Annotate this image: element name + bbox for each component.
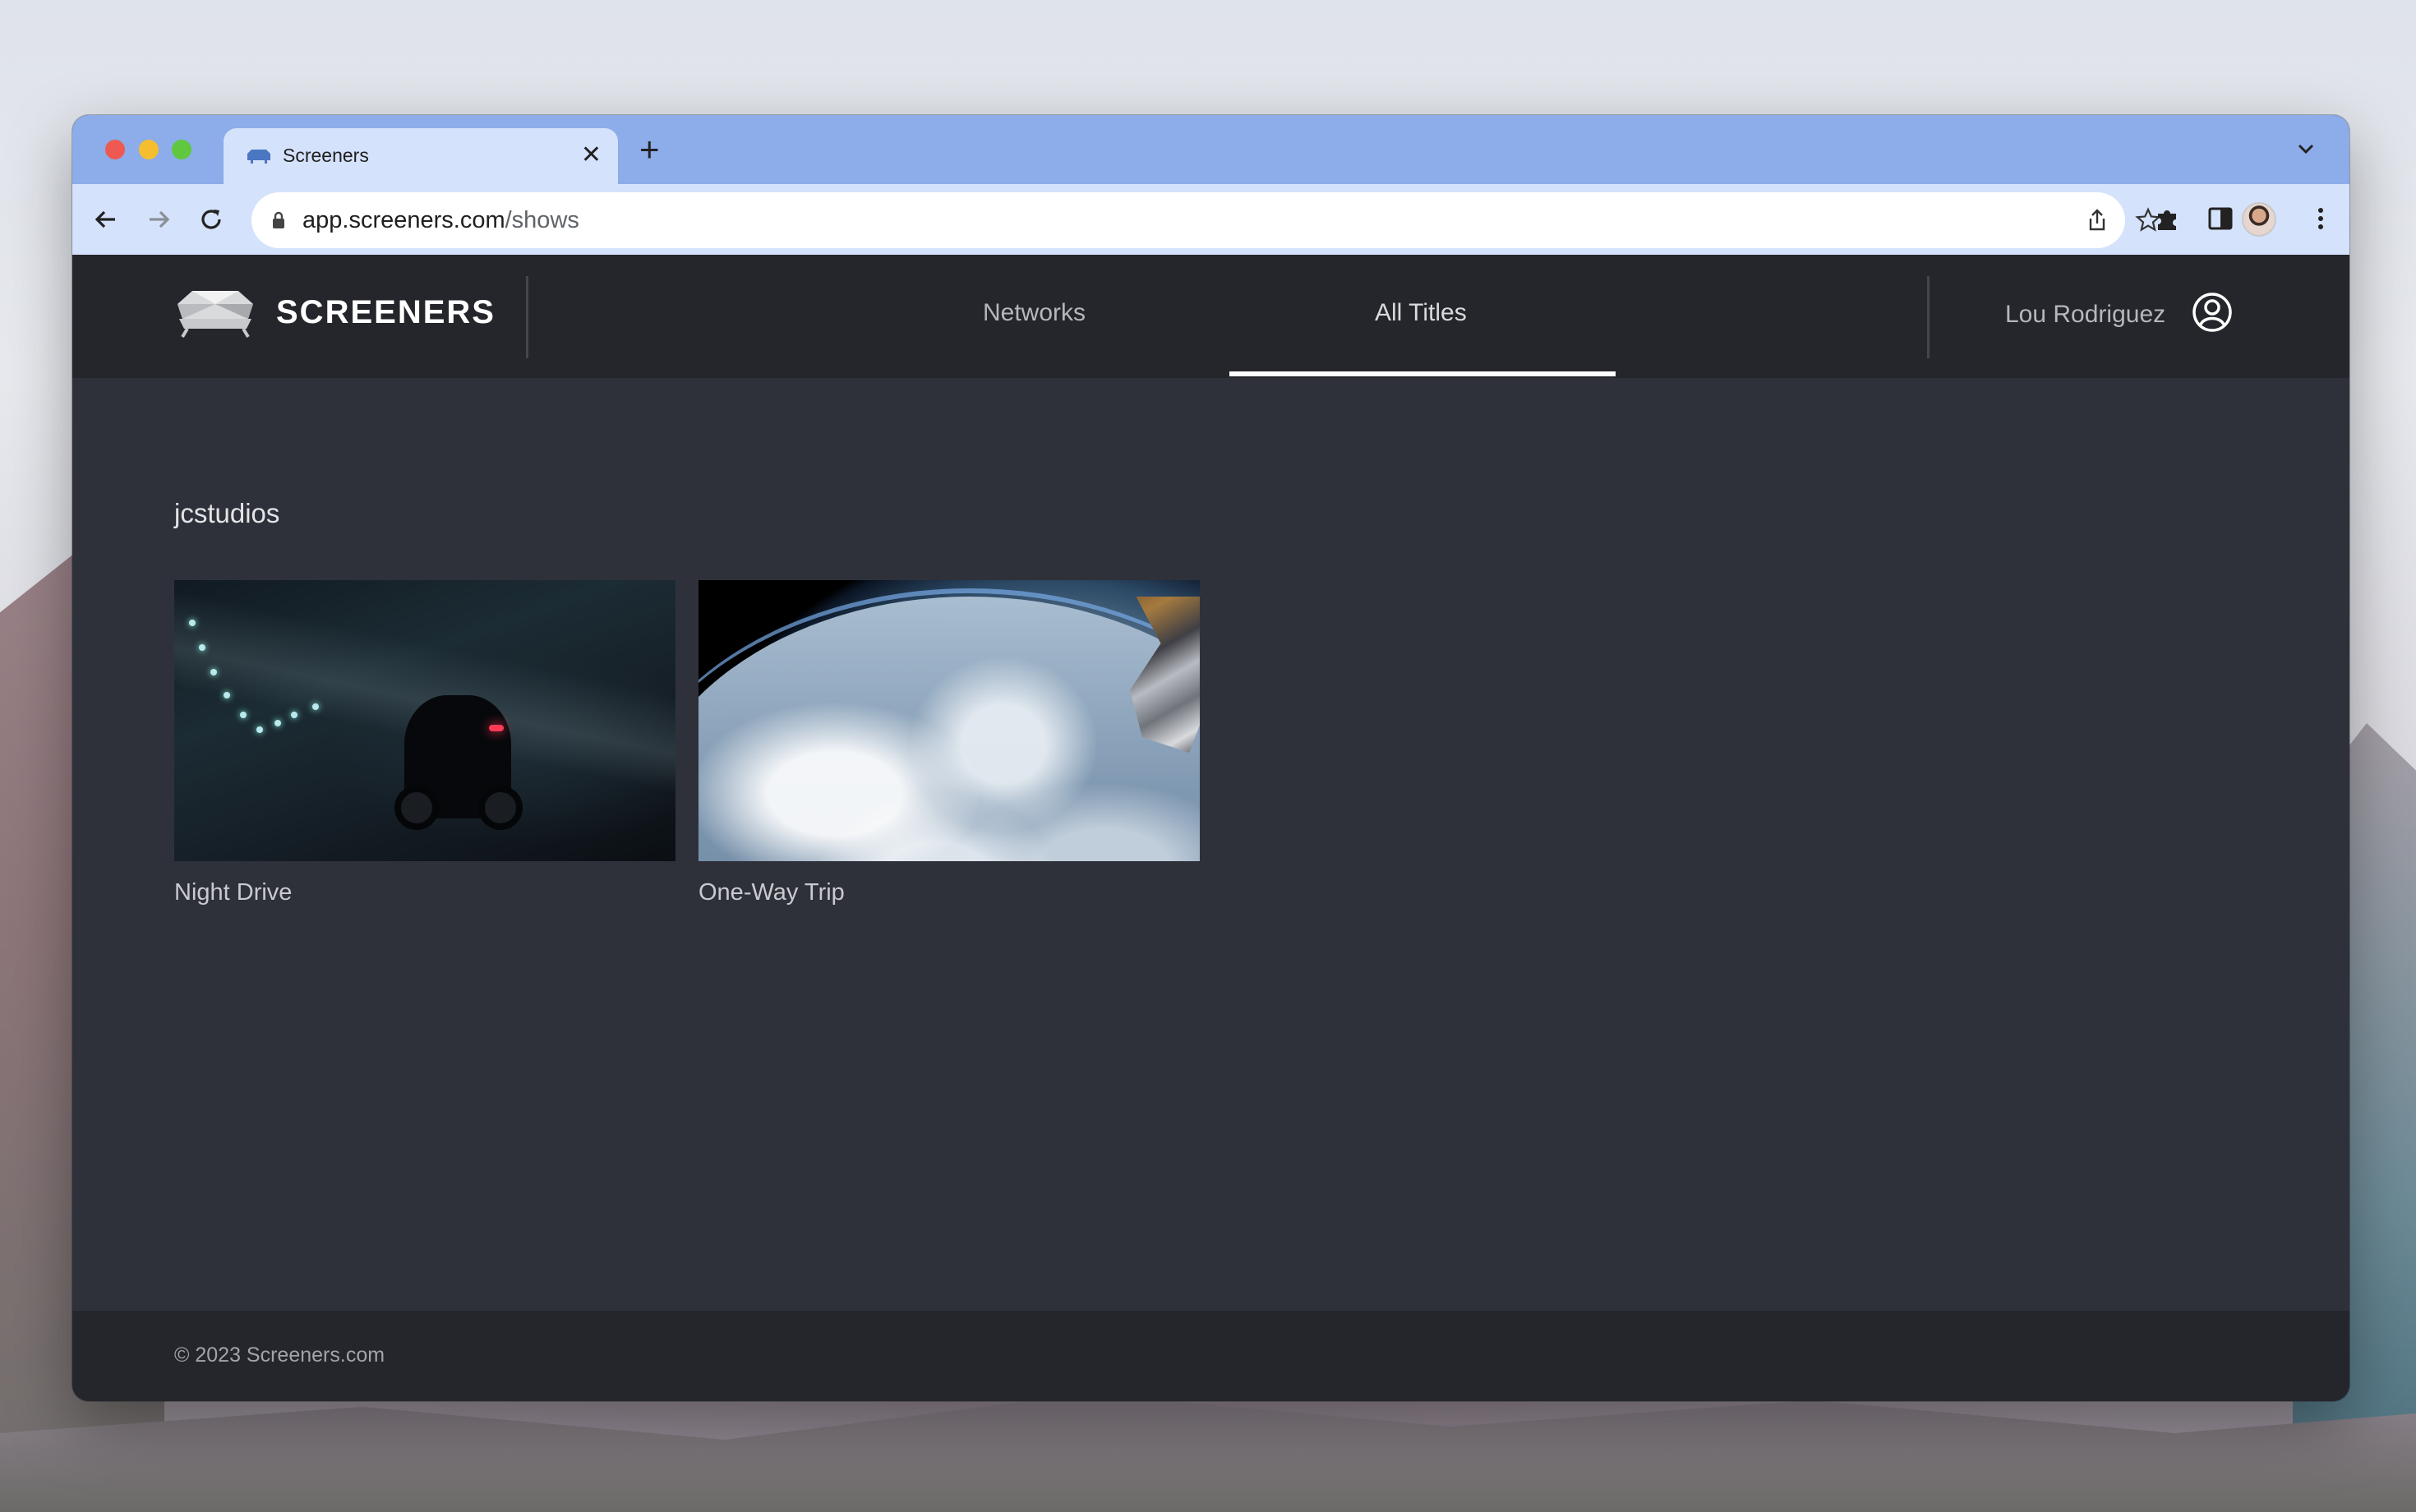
close-tab-icon[interactable]: ✕: [581, 143, 602, 168]
active-nav-indicator: [1229, 371, 1616, 376]
title-name[interactable]: Night Drive: [174, 879, 675, 906]
new-tab-button[interactable]: +: [639, 132, 660, 167]
profile-avatar[interactable]: [2242, 202, 2276, 237]
browser-window: Screeners ✕ + app.screeners.com/shows SC…: [72, 115, 2349, 1401]
nav-all-titles[interactable]: All Titles: [1375, 299, 1467, 327]
header-divider: [526, 276, 528, 358]
url-text[interactable]: app.screeners.com/shows: [302, 207, 579, 234]
title-name[interactable]: One-Way Trip: [699, 879, 1200, 906]
brand-name[interactable]: SCREENERS: [276, 294, 496, 331]
address-bar[interactable]: app.screeners.com/shows: [251, 192, 2161, 248]
extensions-puzzle-icon[interactable]: [2153, 204, 2183, 233]
title-card[interactable]: One-Way Trip: [699, 580, 1200, 906]
maximize-window-button[interactable]: [172, 140, 191, 159]
tab-strip: Screeners ✕ +: [72, 115, 2349, 184]
browser-tab[interactable]: Screeners ✕: [224, 128, 618, 184]
reload-icon[interactable]: [196, 204, 227, 235]
screeners-couch-logo-icon[interactable]: [174, 288, 256, 340]
section-title: jcstudios: [174, 498, 280, 528]
title-card[interactable]: Night Drive: [174, 580, 675, 906]
lock-icon[interactable]: [271, 210, 286, 230]
copyright-text: © 2023 Screeners.com: [174, 1344, 385, 1367]
forward-arrow-icon[interactable]: [143, 204, 174, 235]
app-header: SCREENERS Networks All Titles Lou Rodrig…: [72, 255, 2349, 378]
tab-title: Screeners: [283, 145, 369, 166]
tab-search-chevron-icon[interactable]: [2295, 138, 2317, 159]
footer: © 2023 Screeners.com: [72, 1311, 2349, 1401]
header-divider: [1927, 276, 1930, 358]
nav-networks[interactable]: Networks: [983, 299, 1086, 327]
share-icon[interactable]: [2084, 207, 2110, 233]
title-thumbnail[interactable]: [699, 580, 1200, 861]
minimize-window-button[interactable]: [139, 140, 159, 159]
close-window-button[interactable]: [105, 140, 125, 159]
browser-toolbar: app.screeners.com/shows: [72, 184, 2349, 255]
title-thumbnail[interactable]: [174, 580, 675, 861]
couch-favicon-icon: [247, 150, 270, 164]
back-arrow-icon[interactable]: [90, 204, 122, 235]
side-panel-icon[interactable]: [2206, 204, 2235, 233]
user-name[interactable]: Lou Rodriguez: [2005, 301, 2165, 329]
more-menu-icon[interactable]: [2306, 204, 2335, 233]
user-account-icon[interactable]: [2191, 291, 2234, 334]
main-content: jcstudios Night Drive One-Way Trip: [72, 378, 2349, 1311]
